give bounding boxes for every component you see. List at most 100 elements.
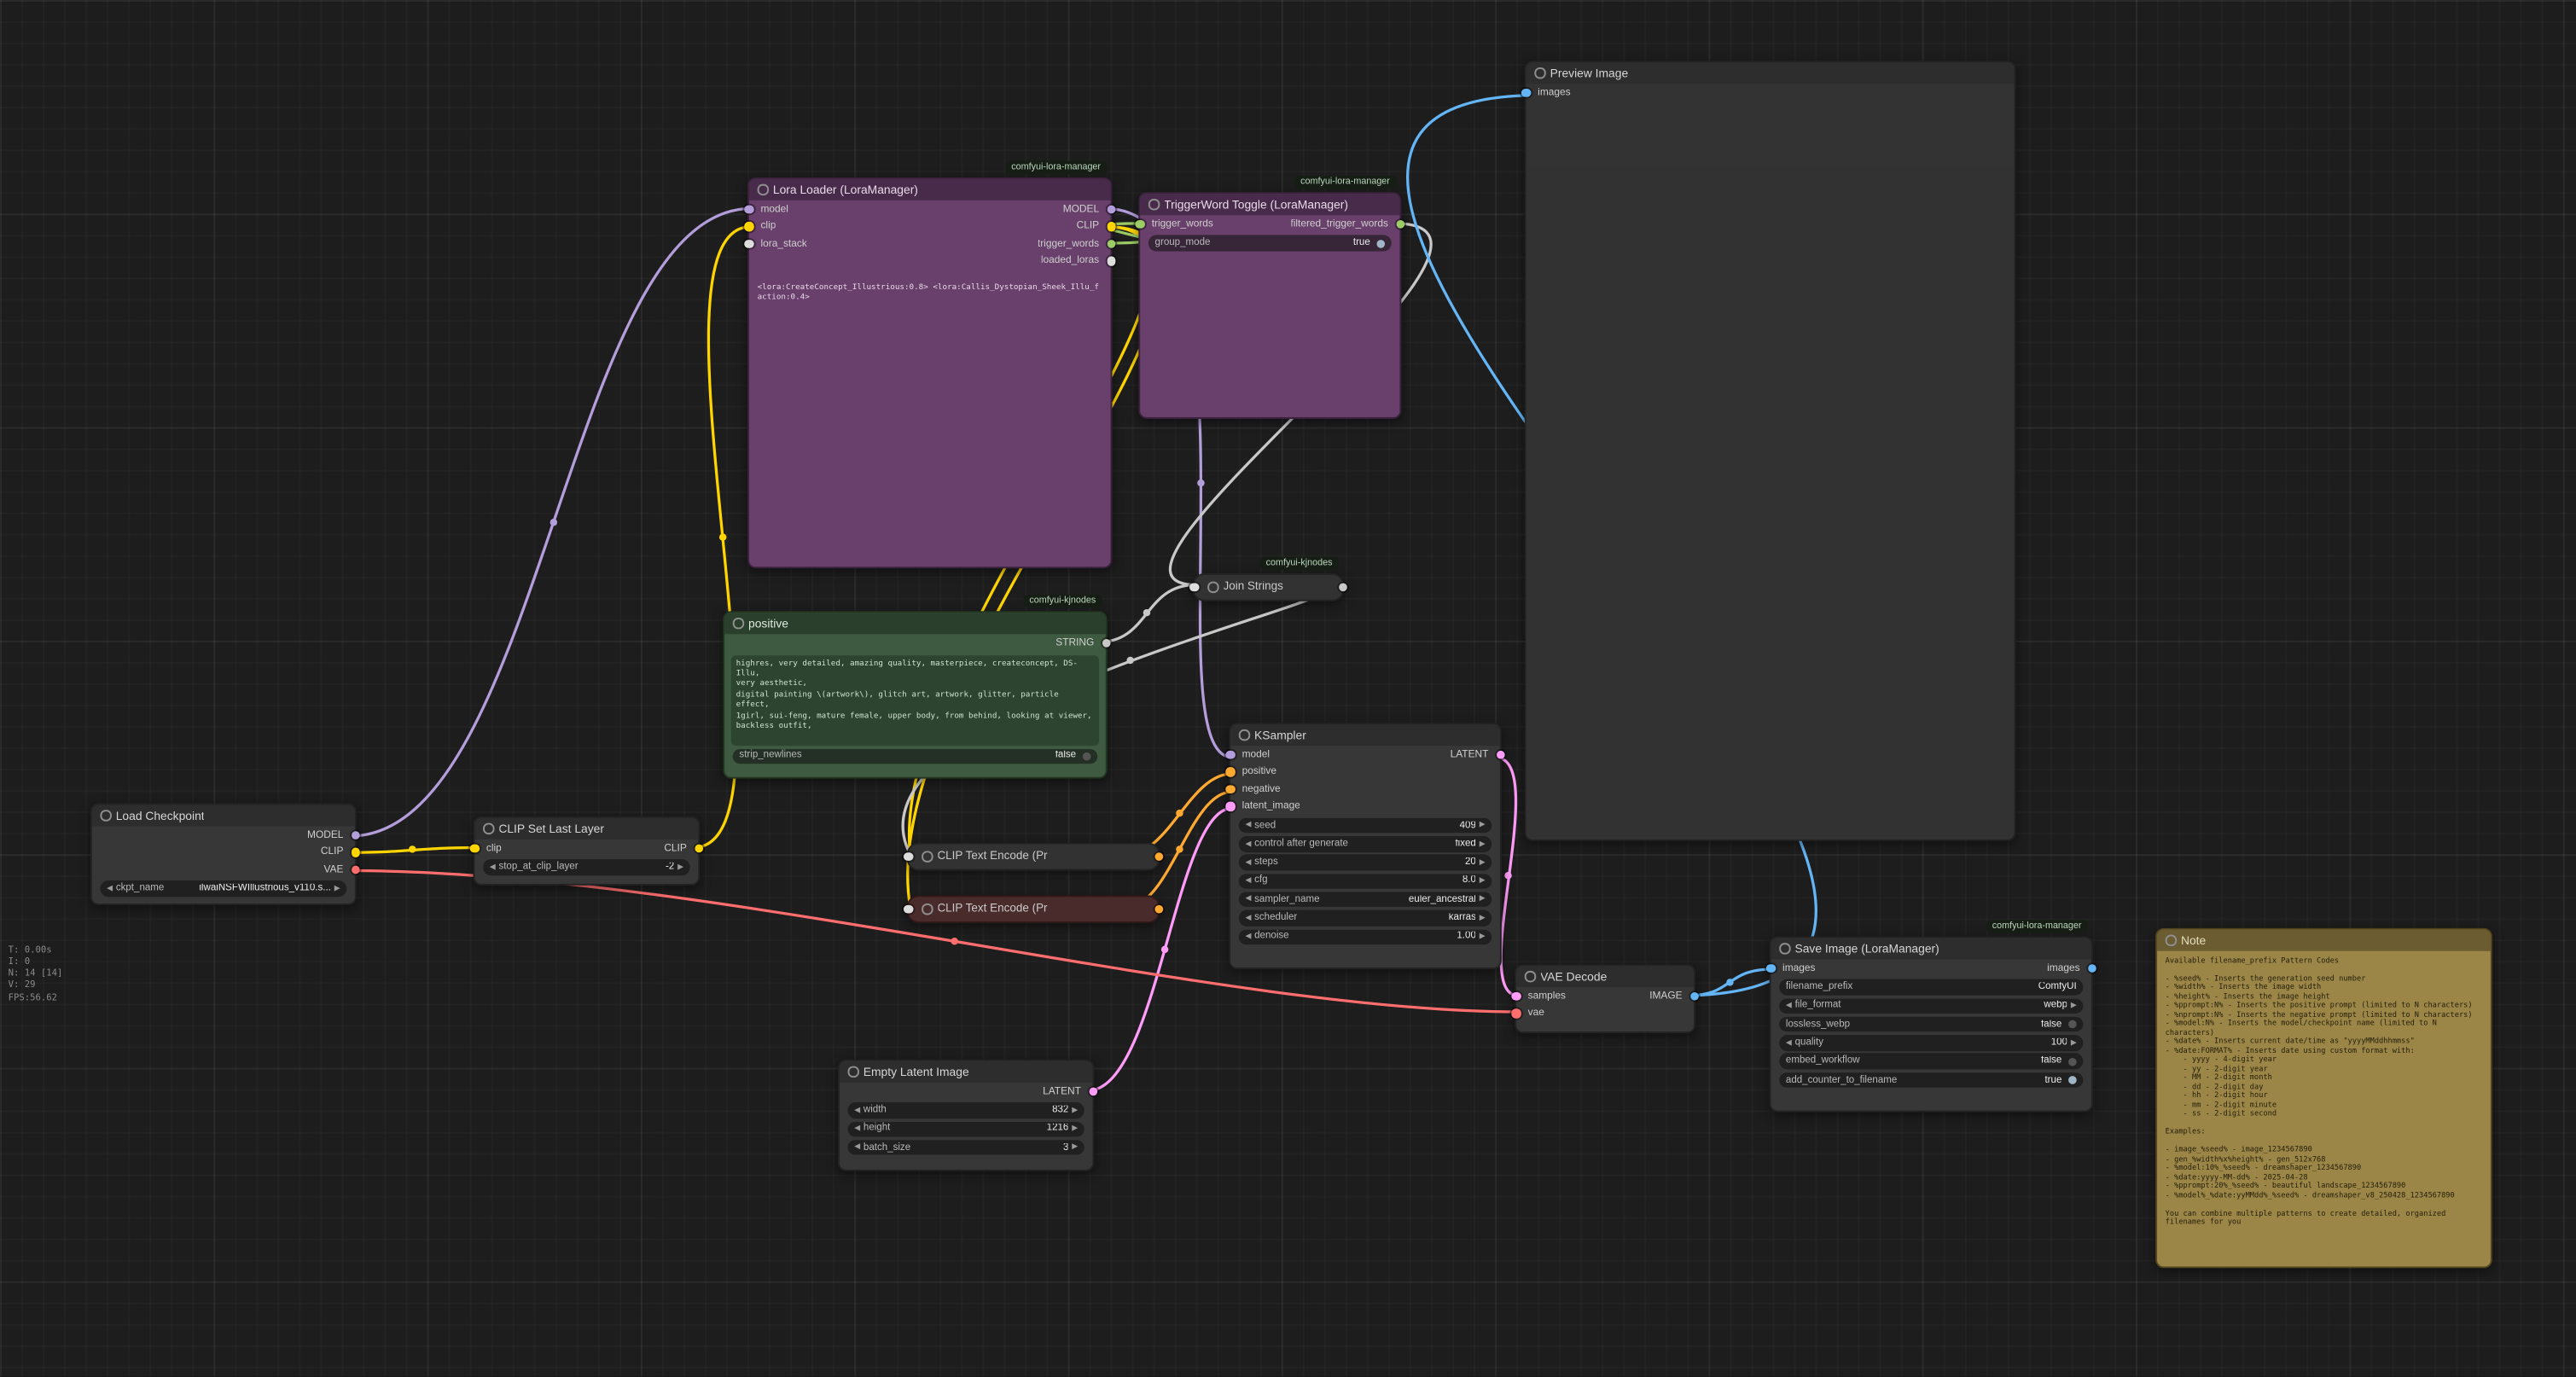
input-socket-samples[interactable]	[1511, 991, 1521, 1001]
widget-sampler-name[interactable]: ◀sampler_nameeuler_ancestral▶	[1239, 892, 1492, 907]
widget-seed[interactable]: ◀seed409▶	[1239, 817, 1492, 833]
prev-arrow-icon[interactable]: ◀	[1245, 822, 1251, 829]
next-arrow-icon[interactable]: ▶	[1480, 896, 1486, 903]
node-header[interactable]: TriggerWord Toggle (LoraManager)	[1140, 194, 1399, 215]
node-header[interactable]: Note	[2157, 930, 2491, 951]
widget-lossless-webp[interactable]: lossless_webpfalse	[1779, 1017, 2083, 1032]
prev-arrow-icon[interactable]: ◀	[1245, 877, 1251, 885]
collapse-icon[interactable]	[2166, 935, 2177, 946]
input-socket-lora-stack[interactable]	[744, 239, 753, 248]
input-socket-model[interactable]	[744, 205, 753, 214]
widget-filename-prefix[interactable]: filename_prefixComfyUI	[1779, 979, 2083, 995]
output-socket-clip[interactable]	[694, 844, 703, 853]
next-arrow-icon[interactable]: ▶	[1480, 822, 1486, 829]
next-arrow-icon[interactable]: ▶	[1072, 1125, 1078, 1133]
input-socket-negative[interactable]	[1225, 784, 1235, 793]
collapse-icon[interactable]	[1148, 199, 1160, 210]
node-load-checkpoint[interactable]: Load Checkpoint MODEL CLIP VAE ◀ ckpt_na…	[90, 804, 357, 905]
collapse-icon[interactable]	[100, 811, 111, 822]
next-arrow-icon[interactable]: ▶	[1480, 840, 1486, 848]
output-socket-string[interactable]	[1102, 638, 1111, 648]
widget-control-after-generate[interactable]: ◀control after generatefixed▶	[1239, 836, 1492, 851]
collapsed-input-socket[interactable]	[1189, 583, 1199, 592]
toggle-knob[interactable]	[2068, 1020, 2077, 1029]
prev-arrow-icon[interactable]: ◀	[1786, 1002, 1792, 1010]
node-header[interactable]: Save Image (LoraManager)	[1771, 938, 2091, 959]
node-save-image[interactable]: comfyui-lora-manager Save Image (LoraMan…	[1770, 936, 2093, 1112]
node-header[interactable]: Load Checkpoint	[92, 805, 355, 826]
output-socket-latent[interactable]	[1496, 750, 1505, 759]
next-arrow-icon[interactable]: ▶	[1072, 1144, 1078, 1152]
toggle-knob[interactable]	[2068, 1057, 2077, 1066]
collapse-icon[interactable]	[922, 851, 933, 863]
lora-syntax-text[interactable]: <lora:CreateConcept_Illustrious:0.8> <lo…	[758, 284, 1102, 305]
node-header[interactable]: Preview Image	[1526, 62, 2015, 84]
node-header[interactable]: positive	[724, 613, 1106, 634]
collapse-icon[interactable]	[483, 823, 494, 834]
input-socket-positive[interactable]	[1225, 767, 1235, 776]
collapse-icon[interactable]	[1525, 971, 1536, 982]
node-note[interactable]: Note Available filename_prefix Pattern C…	[2155, 928, 2492, 1269]
prev-arrow-icon[interactable]: ◀	[1245, 840, 1251, 848]
collapse-icon[interactable]	[922, 903, 933, 915]
collapsed-input-socket[interactable]	[904, 904, 913, 914]
prev-arrow-icon[interactable]: ◀	[854, 1144, 860, 1152]
node-clip-set-last-layer[interactable]: CLIP Set Last Layer clip CLIP ◀ stop_at_…	[474, 816, 701, 886]
note-text[interactable]: Available filename_prefix Pattern Codes …	[2157, 951, 2491, 1257]
output-socket-clip[interactable]	[1107, 222, 1116, 231]
next-arrow-icon[interactable]: ▶	[1072, 1107, 1078, 1114]
widget-scheduler[interactable]: ◀schedulerkarras▶	[1239, 910, 1492, 926]
collapse-icon[interactable]	[848, 1066, 859, 1078]
widget-width[interactable]: ◀width832▶	[848, 1103, 1084, 1118]
widget-group-mode[interactable]: group_mode true	[1148, 235, 1392, 251]
input-socket-latent-image[interactable]	[1225, 802, 1235, 811]
collapse-icon[interactable]	[733, 618, 744, 629]
output-socket-loaded-loras[interactable]	[1107, 256, 1116, 265]
input-socket-clip[interactable]	[470, 844, 480, 853]
widget-denoise[interactable]: ◀denoise1.00▶	[1239, 929, 1492, 944]
input-socket-vae[interactable]	[1511, 1008, 1521, 1018]
node-triggerword-toggle[interactable]: comfyui-lora-manager TriggerWord Toggle …	[1138, 192, 1401, 419]
prev-arrow-icon[interactable]: ◀	[854, 1125, 860, 1133]
node-graph-canvas[interactable]: T: 0.00s I: 0 N: 14 [14] V: 29 FPS:56.62…	[0, 0, 2576, 1376]
prev-arrow-icon[interactable]: ◀	[1245, 915, 1251, 922]
next-arrow-icon[interactable]: ▶	[334, 885, 340, 892]
next-arrow-icon[interactable]: ▶	[2071, 1039, 2077, 1047]
output-socket-model[interactable]	[1107, 205, 1116, 214]
widget-steps[interactable]: ◀steps20▶	[1239, 855, 1492, 870]
node-vae-decode[interactable]: VAE Decode samples IMAGE vae	[1515, 964, 1695, 1033]
prev-arrow-icon[interactable]: ◀	[1245, 859, 1251, 867]
output-socket-clip[interactable]	[351, 848, 360, 857]
prev-arrow-icon[interactable]: ◀	[490, 863, 496, 871]
output-socket-latent[interactable]	[1089, 1087, 1098, 1096]
collapse-icon[interactable]	[1534, 67, 1545, 78]
next-arrow-icon[interactable]: ▶	[1480, 877, 1486, 885]
widget-height[interactable]: ◀height1216▶	[848, 1121, 1084, 1136]
input-socket-images[interactable]	[1521, 88, 1531, 97]
collapsed-output-socket[interactable]	[1154, 904, 1164, 914]
node-header[interactable]: VAE Decode	[1516, 966, 1694, 987]
next-arrow-icon[interactable]: ▶	[677, 863, 683, 871]
widget-cfg[interactable]: ◀cfg8.0▶	[1239, 874, 1492, 889]
next-arrow-icon[interactable]: ▶	[1480, 859, 1486, 867]
widget-strip-newlines[interactable]: strip_newlines false	[733, 748, 1097, 764]
collapsed-output-socket[interactable]	[1338, 583, 1347, 592]
toggle-knob[interactable]	[2068, 1076, 2077, 1084]
input-socket-trigger-words[interactable]	[1135, 219, 1144, 229]
widget-add-counter-to-filename[interactable]: add_counter_to_filenametrue	[1779, 1072, 2083, 1088]
prompt-textarea[interactable]: highres, very detailed, amazing quality,…	[731, 654, 1099, 745]
node-preview-image[interactable]: Preview Image images	[1525, 61, 2016, 841]
collapse-icon[interactable]	[1779, 944, 1790, 955]
node-positive-prompt[interactable]: comfyui-kjnodes positive STRING highres,…	[723, 611, 1108, 778]
widget-embed-workflow[interactable]: embed_workflowfalse	[1779, 1054, 2083, 1069]
output-socket-trigger-words[interactable]	[1107, 239, 1116, 248]
input-socket-model[interactable]	[1225, 750, 1235, 759]
widget-quality[interactable]: ◀quality100▶	[1779, 1035, 2083, 1050]
prev-arrow-icon[interactable]: ◀	[107, 885, 113, 892]
node-header[interactable]: CLIP Set Last Layer	[474, 818, 698, 840]
next-arrow-icon[interactable]: ▶	[1480, 933, 1486, 941]
collapse-icon[interactable]	[1239, 729, 1250, 741]
node-empty-latent-image[interactable]: Empty Latent Image LATENT ◀width832▶ ◀he…	[838, 1060, 1094, 1171]
input-socket-images[interactable]	[1766, 963, 1776, 973]
widget-ckpt-name[interactable]: ◀ ckpt_name ilwaiNSFWIllustrious_v110.s.…	[100, 881, 346, 897]
